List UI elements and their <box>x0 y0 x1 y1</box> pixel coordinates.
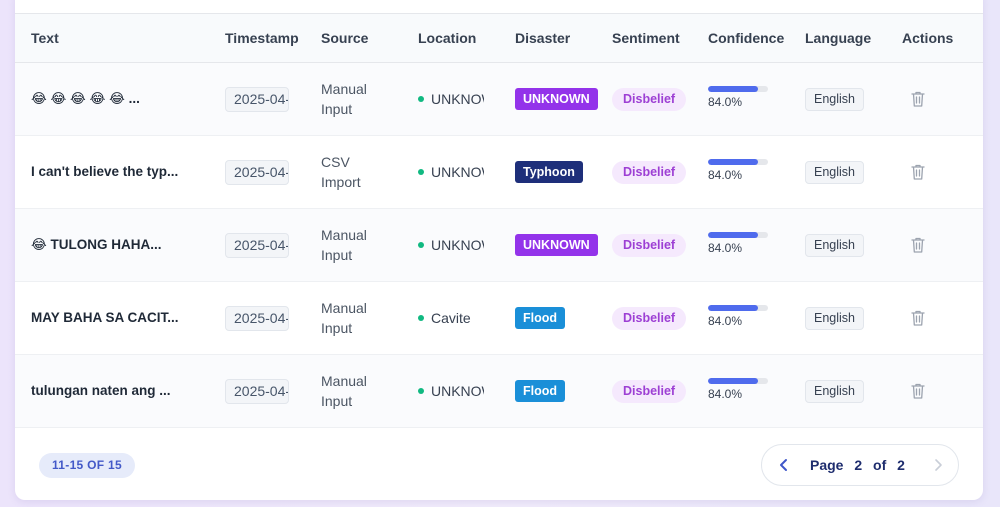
total-pages: 2 <box>897 457 905 473</box>
confidence-bar <box>708 159 768 165</box>
column-header-source[interactable]: Source <box>321 14 368 62</box>
confidence-bar-fill <box>708 159 759 165</box>
table-row[interactable]: 😂 😂 😂 😂 😂 ... 2025-04- Manual Input UNKNOWN… <box>15 63 983 136</box>
language-badge: English <box>805 161 864 184</box>
row-source: Manual Input <box>321 227 367 263</box>
trash-icon[interactable] <box>910 236 926 254</box>
column-header-confidence[interactable]: Confidence <box>708 14 784 62</box>
row-timestamp: 2025-04- <box>225 233 289 258</box>
confidence-meter: 84.0% <box>708 305 772 328</box>
sentiment-badge: Disbelief <box>612 88 687 111</box>
row-source: Manual Input <box>321 81 367 117</box>
disaster-badge: UNKNOWN <box>515 88 598 110</box>
table-row[interactable]: I can't believe the typ... 2025-04- CSV Im… <box>15 136 983 209</box>
language-badge: English <box>805 234 864 257</box>
table-header: Text Timestamp Source Location Disaster … <box>15 13 983 63</box>
confidence-value: 84.0% <box>708 387 743 401</box>
page-indicator: Page 2 of 2 <box>810 445 912 485</box>
confidence-meter: 84.0% <box>708 232 772 255</box>
trash-icon[interactable] <box>910 163 926 181</box>
confidence-meter: 84.0% <box>708 378 772 401</box>
column-header-language[interactable]: Language <box>805 14 871 62</box>
row-text: 😂 😂 😂 😂 😂 ... <box>31 91 140 106</box>
sentiment-badge: Disbelief <box>612 307 687 330</box>
current-page: 2 <box>854 457 863 473</box>
row-source: CSV Import <box>321 154 361 190</box>
disaster-badge: Typhoon <box>515 161 583 183</box>
row-text: 😂 TULONG HAHA... <box>31 237 162 252</box>
confidence-bar <box>708 232 768 238</box>
column-header-actions: Actions <box>902 30 954 46</box>
pagination: Page 2 of 2 <box>761 444 959 486</box>
table-row[interactable]: MAY BAHA SA CACIT... 2025-04- Manual Input… <box>15 282 983 355</box>
chevron-left-icon[interactable] <box>776 457 792 473</box>
confidence-bar <box>708 86 768 92</box>
row-location-label: UNKNOWN <box>431 237 484 253</box>
results-table-card: Text Timestamp Source Location Disaster … <box>15 0 983 500</box>
column-header-location[interactable]: Location <box>418 14 476 62</box>
row-location: UNKNOWN <box>418 136 484 208</box>
location-dot-icon <box>418 169 424 176</box>
row-source: Manual Input <box>321 300 367 336</box>
location-dot-icon <box>418 315 424 322</box>
row-location: UNKNOWN <box>418 209 484 281</box>
confidence-value: 84.0% <box>708 241 743 255</box>
language-badge: English <box>805 380 864 403</box>
row-text: tulungan naten ang ... <box>31 383 171 398</box>
row-source: Manual Input <box>321 373 367 409</box>
row-timestamp: 2025-04- <box>225 306 289 331</box>
location-dot-icon <box>418 242 424 249</box>
row-timestamp: 2025-04- <box>225 160 289 185</box>
row-location-label: Cavite <box>431 310 471 326</box>
row-location-label: UNKNOWN <box>431 383 484 399</box>
trash-icon[interactable] <box>910 90 926 108</box>
of-word: of <box>873 457 887 473</box>
disaster-badge: Flood <box>515 307 566 329</box>
confidence-bar-fill <box>708 232 759 238</box>
location-dot-icon <box>418 388 424 395</box>
location-dot-icon <box>418 96 424 103</box>
page-word: Page <box>810 457 844 473</box>
sentiment-badge: Disbelief <box>612 234 687 257</box>
confidence-bar-fill <box>708 86 759 92</box>
language-badge: English <box>805 307 864 330</box>
row-location-label: UNKNOWN <box>431 164 484 180</box>
row-text: MAY BAHA SA CACIT... <box>31 310 179 325</box>
row-location: UNKNOWN <box>418 63 484 135</box>
row-location: UNKNOWN <box>418 355 484 427</box>
row-text: I can't believe the typ... <box>31 164 179 179</box>
confidence-bar-fill <box>708 378 759 384</box>
column-header-sentiment[interactable]: Sentiment <box>612 14 680 62</box>
confidence-value: 84.0% <box>708 168 743 182</box>
confidence-meter: 84.0% <box>708 86 772 109</box>
confidence-bar-fill <box>708 305 759 311</box>
column-header-disaster[interactable]: Disaster <box>515 14 570 62</box>
trash-icon[interactable] <box>910 309 926 327</box>
confidence-value: 84.0% <box>708 314 743 328</box>
language-badge: English <box>805 88 864 111</box>
confidence-meter: 84.0% <box>708 159 772 182</box>
column-header-text[interactable]: Text <box>31 14 59 62</box>
confidence-bar <box>708 305 768 311</box>
row-location-label: UNKNOWN <box>431 91 484 107</box>
row-location: Cavite <box>418 282 484 354</box>
sentiment-badge: Disbelief <box>612 161 687 184</box>
disaster-badge: Flood <box>515 380 566 402</box>
table-row[interactable]: tulungan naten ang ... 2025-04- Manual Inp… <box>15 355 983 428</box>
trash-icon[interactable] <box>910 382 926 400</box>
column-header-timestamp[interactable]: Timestamp <box>225 14 299 62</box>
sentiment-badge: Disbelief <box>612 380 687 403</box>
chevron-right-icon[interactable] <box>930 457 946 473</box>
confidence-bar <box>708 378 768 384</box>
result-count-badge: 11-15 OF 15 <box>39 453 136 478</box>
disaster-badge: UNKNOWN <box>515 234 598 256</box>
row-timestamp: 2025-04- <box>225 379 289 404</box>
table-row[interactable]: 😂 TULONG HAHA... 2025-04- Manual Input UNKN… <box>15 209 983 282</box>
row-timestamp: 2025-04- <box>225 87 289 112</box>
confidence-value: 84.0% <box>708 95 743 109</box>
